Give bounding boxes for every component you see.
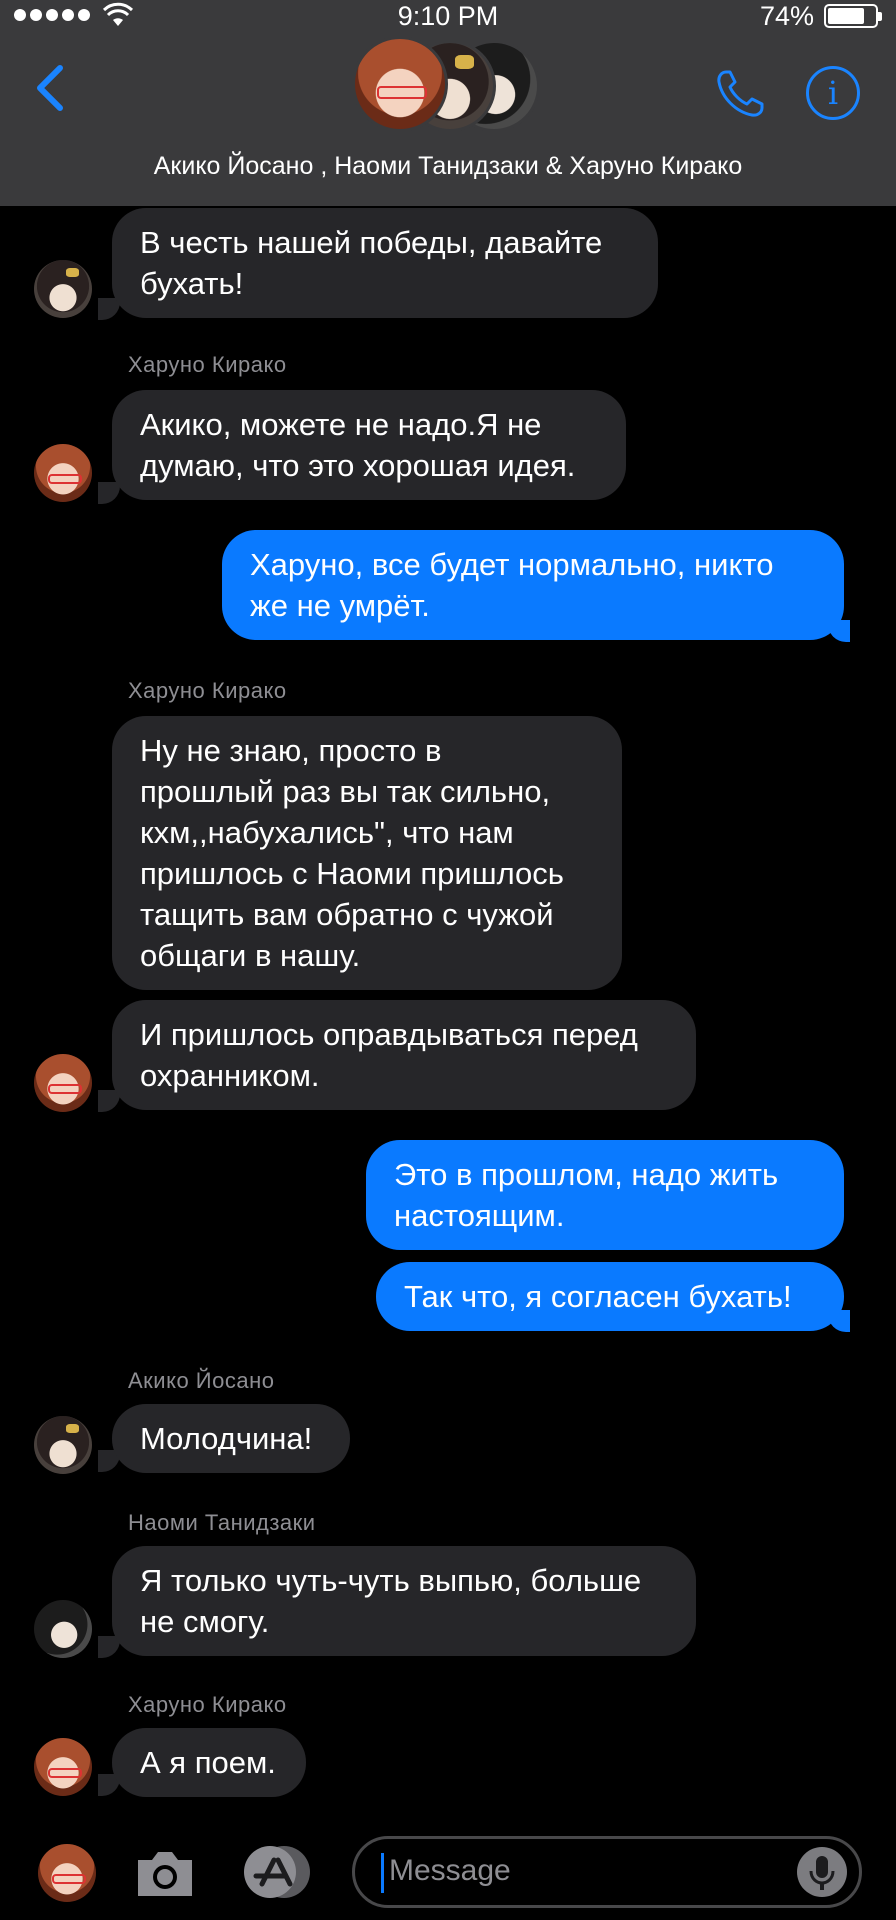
message-bubble[interactable]: В честь нашей победы, давайте бухать! [112,208,658,318]
status-bar: 9:10 PM 74% [0,0,896,34]
appstore-icon[interactable] [240,1844,314,1900]
message-input[interactable]: Message [352,1836,862,1908]
avatar-haruno [352,36,448,132]
avatar-akiko[interactable] [34,260,92,318]
conversation-header: 9:10 PM 74% i Акико Йосано , Наоми Танид… [0,0,896,206]
camera-icon[interactable] [132,1846,198,1902]
sender-name: Харуно Кирако [128,1692,287,1717]
message-bubble[interactable]: Харуно, все будет нормально, никто же не… [222,530,844,640]
sender-name: Наоми Танидзаки [128,1510,316,1535]
phone-icon[interactable] [712,66,768,122]
avatar-naomi[interactable] [34,1600,92,1658]
avatar-haruno[interactable] [34,1054,92,1112]
sender-name: Акико Йосано [128,1368,275,1393]
message-bubble[interactable]: А я поем. [112,1728,306,1797]
message-bubble[interactable]: Молодчина! [112,1404,350,1473]
message-bubble[interactable]: Ну не знаю, просто в прошлый раз вы так … [112,716,622,990]
battery-icon [824,4,882,28]
message-bubble[interactable]: Так что, я согласен бухать! [376,1262,844,1331]
avatar-akiko[interactable] [34,1416,92,1474]
back-icon[interactable] [30,62,70,114]
avatar-haruno[interactable] [34,444,92,502]
battery-percent: 74% [759,1,814,31]
info-icon[interactable]: i [806,66,860,120]
bubble-tail [98,482,120,504]
sender-name: Харуно Кирако [128,352,287,377]
message-bubble[interactable]: Это в прошлом, надо жить настоящим. [366,1140,844,1250]
group-avatar[interactable] [352,36,542,136]
message-placeholder: Message [389,1854,511,1887]
message-bubble[interactable]: Я только чуть-чуть выпью, больше не смог… [112,1546,696,1656]
avatar-haruno[interactable] [34,1738,92,1796]
sender-name: Харуно Кирако [128,678,287,703]
message-bubble[interactable]: И пришлось оправдываться перед охраннико… [112,1000,696,1110]
conversation-title[interactable]: Акико Йосано , Наоми Танидзаки & Харуно … [0,152,896,181]
microphone-icon[interactable] [797,1847,847,1897]
text-caret [381,1853,384,1893]
avatar-haruno[interactable] [38,1844,96,1902]
message-bubble[interactable]: Акико, можете не надо.Я не думаю, что эт… [112,390,626,500]
